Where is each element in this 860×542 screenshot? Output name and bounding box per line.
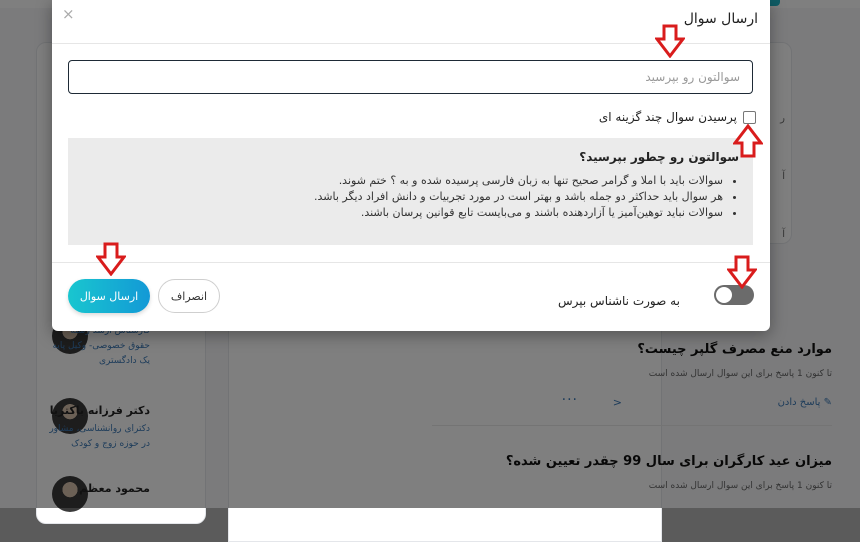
question-guide: سوالتون رو چطور بپرسید؟ سوالات باید با ا… — [68, 138, 753, 245]
multiple-choice-checkbox[interactable] — [743, 110, 756, 124]
modal-title: ارسال سوال — [683, 11, 758, 27]
submit-question-button[interactable]: ارسال سوال — [68, 279, 150, 313]
guide-title: سوالتون رو چطور بپرسید؟ — [579, 150, 739, 164]
arrow-up-icon — [733, 124, 763, 158]
arrow-down-icon — [655, 24, 685, 58]
toggle-knob — [716, 287, 732, 303]
question-input[interactable] — [68, 60, 753, 94]
multiple-choice-row[interactable]: پرسیدن سوال چند گزینه ای — [599, 110, 756, 124]
guide-rule: سوالات نباید توهین‌آمیز یا آزاردهنده باش… — [82, 205, 723, 221]
anonymous-label: به صورت ناشناس بپرس — [558, 294, 680, 308]
guide-rules: سوالات باید با املا و گرامر صحیح تنها به… — [82, 173, 739, 221]
guide-rule: سوالات باید با املا و گرامر صحیح تنها به… — [82, 173, 723, 189]
multiple-choice-label: پرسیدن سوال چند گزینه ای — [598, 110, 737, 124]
cancel-button[interactable]: انصراف — [158, 279, 220, 313]
close-icon[interactable]: × — [62, 5, 75, 23]
arrow-down-icon — [96, 242, 126, 276]
footer-divider — [52, 262, 770, 263]
arrow-down-icon — [727, 255, 757, 289]
guide-rule: هر سوال باید حداکثر دو جمله باشد و بهتر … — [82, 189, 723, 205]
